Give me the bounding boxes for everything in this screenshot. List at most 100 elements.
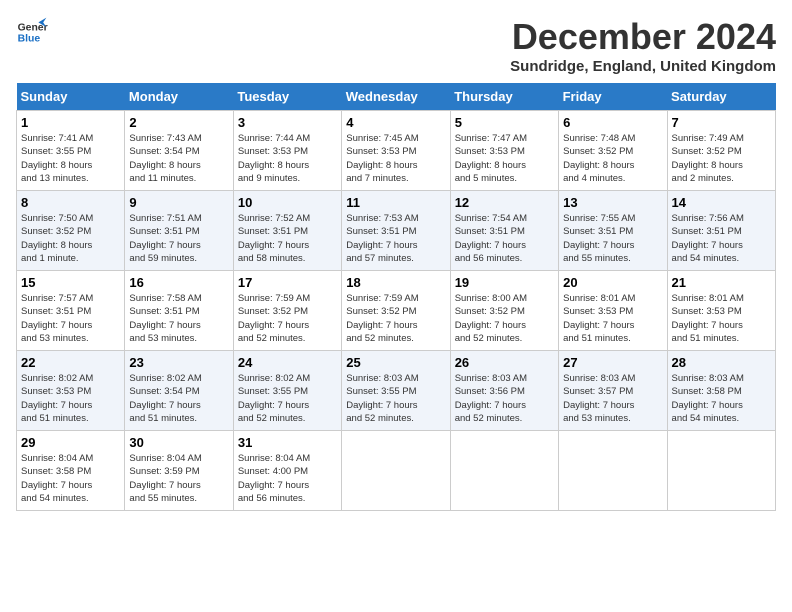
column-header-tuesday: Tuesday: [233, 83, 341, 111]
day-info: Sunrise: 8:03 AM Sunset: 3:57 PM Dayligh…: [563, 372, 662, 425]
day-info: Sunrise: 8:02 AM Sunset: 3:55 PM Dayligh…: [238, 372, 337, 425]
day-info: Sunrise: 7:53 AM Sunset: 3:51 PM Dayligh…: [346, 212, 445, 265]
day-info: Sunrise: 7:48 AM Sunset: 3:52 PM Dayligh…: [563, 132, 662, 185]
svg-text:Blue: Blue: [18, 34, 41, 45]
logo: General Blue: [16, 16, 48, 48]
day-number: 31: [238, 435, 337, 450]
week-row-4: 22Sunrise: 8:02 AM Sunset: 3:53 PM Dayli…: [17, 351, 776, 431]
day-number: 23: [129, 355, 228, 370]
day-cell: 28 Sunrise: 8:03 AM Sunset: 3:58 PM Dayli…: [667, 351, 775, 431]
day-number: 11: [346, 195, 445, 210]
calendar-table: SundayMondayTuesdayWednesdayThursdayFrid…: [16, 83, 776, 511]
week-row-2: 8 Sunrise: 7:50 AM Sunset: 3:52 PM Daylig…: [17, 191, 776, 271]
day-info: Sunrise: 8:04 AM Sunset: 3:58 PM Dayligh…: [21, 452, 120, 505]
day-number: 13: [563, 195, 662, 210]
logo-icon: General Blue: [16, 16, 48, 48]
day-cell: 25 Sunrise: 8:03 AM Sunset: 3:55 PM Dayli…: [342, 351, 450, 431]
day-cell: [450, 431, 558, 511]
day-number: 8: [21, 195, 120, 210]
day-number: 30: [129, 435, 228, 450]
day-number: 2: [129, 115, 228, 130]
day-info: Sunrise: 8:03 AM Sunset: 3:58 PM Dayligh…: [672, 372, 771, 425]
day-info: Sunrise: 7:58 AM Sunset: 3:51 PM Dayligh…: [129, 292, 228, 345]
day-cell: 9 Sunrise: 7:51 AM Sunset: 3:51 PM Daylig…: [125, 191, 233, 271]
day-cell: 16 Sunrise: 7:58 AM Sunset: 3:51 PM Dayli…: [125, 271, 233, 351]
day-cell: 12Sunrise: 7:54 AM Sunset: 3:51 PM Dayli…: [450, 191, 558, 271]
day-number: 28: [672, 355, 771, 370]
day-cell: 13Sunrise: 7:55 AM Sunset: 3:51 PM Dayli…: [559, 191, 667, 271]
day-number: 17: [238, 275, 337, 290]
day-number: 1: [21, 115, 120, 130]
day-cell: 10Sunrise: 7:52 AM Sunset: 3:51 PM Dayli…: [233, 191, 341, 271]
day-number: 14: [672, 195, 771, 210]
day-cell: 20 Sunrise: 8:01 AM Sunset: 3:53 PM Dayli…: [559, 271, 667, 351]
day-cell: 11 Sunrise: 7:53 AM Sunset: 3:51 PM Dayli…: [342, 191, 450, 271]
day-info: Sunrise: 8:03 AM Sunset: 3:55 PM Dayligh…: [346, 372, 445, 425]
day-cell: [342, 431, 450, 511]
day-number: 16: [129, 275, 228, 290]
day-number: 6: [563, 115, 662, 130]
day-info: Sunrise: 7:50 AM Sunset: 3:52 PM Dayligh…: [21, 212, 120, 265]
day-info: Sunrise: 7:57 AM Sunset: 3:51 PM Dayligh…: [21, 292, 120, 345]
day-info: Sunrise: 8:04 AM Sunset: 4:00 PM Dayligh…: [238, 452, 337, 505]
day-number: 7: [672, 115, 771, 130]
day-info: Sunrise: 7:47 AM Sunset: 3:53 PM Dayligh…: [455, 132, 554, 185]
day-number: 26: [455, 355, 554, 370]
day-info: Sunrise: 8:01 AM Sunset: 3:53 PM Dayligh…: [563, 292, 662, 345]
day-number: 5: [455, 115, 554, 130]
day-cell: 3 Sunrise: 7:44 AM Sunset: 3:53 PM Daylig…: [233, 111, 341, 191]
day-cell: 27Sunrise: 8:03 AM Sunset: 3:57 PM Dayli…: [559, 351, 667, 431]
day-cell: 23 Sunrise: 8:02 AM Sunset: 3:54 PM Dayli…: [125, 351, 233, 431]
day-cell: 26Sunrise: 8:03 AM Sunset: 3:56 PM Dayli…: [450, 351, 558, 431]
day-cell: 14Sunrise: 7:56 AM Sunset: 3:51 PM Dayli…: [667, 191, 775, 271]
day-info: Sunrise: 7:45 AM Sunset: 3:53 PM Dayligh…: [346, 132, 445, 185]
page-header: General Blue December 2024 Sundridge, En…: [16, 16, 776, 75]
day-cell: 6 Sunrise: 7:48 AM Sunset: 3:52 PM Daylig…: [559, 111, 667, 191]
day-info: Sunrise: 7:54 AM Sunset: 3:51 PM Dayligh…: [455, 212, 554, 265]
day-cell: 19 Sunrise: 8:00 AM Sunset: 3:52 PM Dayli…: [450, 271, 558, 351]
day-cell: 15 Sunrise: 7:57 AM Sunset: 3:51 PM Dayli…: [17, 271, 125, 351]
week-row-5: 29 Sunrise: 8:04 AM Sunset: 3:58 PM Dayli…: [17, 431, 776, 511]
day-cell: 4 Sunrise: 7:45 AM Sunset: 3:53 PM Daylig…: [342, 111, 450, 191]
calendar-subtitle: Sundridge, England, United Kingdom: [510, 58, 776, 75]
column-header-wednesday: Wednesday: [342, 83, 450, 111]
day-number: 20: [563, 275, 662, 290]
day-cell: [667, 431, 775, 511]
day-cell: 17 Sunrise: 7:59 AM Sunset: 3:52 PM Dayli…: [233, 271, 341, 351]
day-cell: [559, 431, 667, 511]
day-cell: 7 Sunrise: 7:49 AM Sunset: 3:52 PM Daylig…: [667, 111, 775, 191]
day-info: Sunrise: 8:00 AM Sunset: 3:52 PM Dayligh…: [455, 292, 554, 345]
day-number: 21: [672, 275, 771, 290]
day-cell: 24 Sunrise: 8:02 AM Sunset: 3:55 PM Dayli…: [233, 351, 341, 431]
day-number: 29: [21, 435, 120, 450]
day-info: Sunrise: 7:59 AM Sunset: 3:52 PM Dayligh…: [238, 292, 337, 345]
day-info: Sunrise: 7:51 AM Sunset: 3:51 PM Dayligh…: [129, 212, 228, 265]
day-cell: 30 Sunrise: 8:04 AM Sunset: 3:59 PM Dayli…: [125, 431, 233, 511]
day-cell: 21 Sunrise: 8:01 AM Sunset: 3:53 PM Dayli…: [667, 271, 775, 351]
day-info: Sunrise: 8:04 AM Sunset: 3:59 PM Dayligh…: [129, 452, 228, 505]
day-cell: 8 Sunrise: 7:50 AM Sunset: 3:52 PM Daylig…: [17, 191, 125, 271]
day-info: Sunrise: 7:41 AM Sunset: 3:55 PM Dayligh…: [21, 132, 120, 185]
day-number: 9: [129, 195, 228, 210]
day-info: Sunrise: 8:02 AM Sunset: 3:53 PM Dayligh…: [21, 372, 120, 425]
day-number: 3: [238, 115, 337, 130]
week-row-3: 15 Sunrise: 7:57 AM Sunset: 3:51 PM Dayli…: [17, 271, 776, 351]
day-info: Sunrise: 7:43 AM Sunset: 3:54 PM Dayligh…: [129, 132, 228, 185]
day-cell: 22Sunrise: 8:02 AM Sunset: 3:53 PM Dayli…: [17, 351, 125, 431]
day-number: 25: [346, 355, 445, 370]
day-info: Sunrise: 7:44 AM Sunset: 3:53 PM Dayligh…: [238, 132, 337, 185]
day-cell: 18Sunrise: 7:59 AM Sunset: 3:52 PM Dayli…: [342, 271, 450, 351]
day-number: 24: [238, 355, 337, 370]
day-info: Sunrise: 7:52 AM Sunset: 3:51 PM Dayligh…: [238, 212, 337, 265]
day-cell: 1 Sunrise: 7:41 AM Sunset: 3:55 PM Daylig…: [17, 111, 125, 191]
day-number: 19: [455, 275, 554, 290]
title-block: December 2024 Sundridge, England, United…: [510, 16, 776, 75]
day-info: Sunrise: 8:01 AM Sunset: 3:53 PM Dayligh…: [672, 292, 771, 345]
column-header-thursday: Thursday: [450, 83, 558, 111]
day-number: 4: [346, 115, 445, 130]
day-number: 15: [21, 275, 120, 290]
day-info: Sunrise: 8:02 AM Sunset: 3:54 PM Dayligh…: [129, 372, 228, 425]
day-info: Sunrise: 7:49 AM Sunset: 3:52 PM Dayligh…: [672, 132, 771, 185]
day-cell: 31 Sunrise: 8:04 AM Sunset: 4:00 PM Dayli…: [233, 431, 341, 511]
day-cell: 29 Sunrise: 8:04 AM Sunset: 3:58 PM Dayli…: [17, 431, 125, 511]
